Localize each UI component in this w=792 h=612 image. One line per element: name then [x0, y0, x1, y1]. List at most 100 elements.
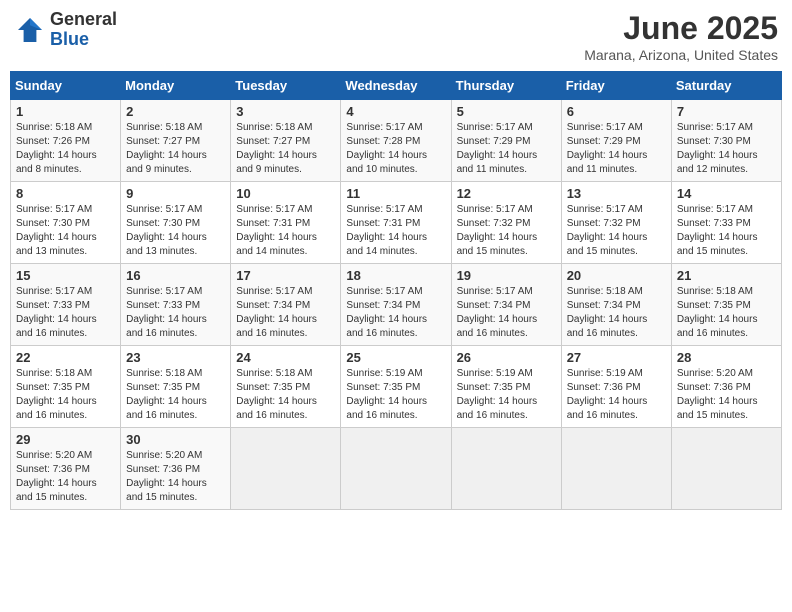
day-number: 7: [677, 104, 776, 119]
header-tuesday: Tuesday: [231, 72, 341, 100]
day-info: Sunrise: 5:18 AM Sunset: 7:35 PM Dayligh…: [126, 367, 225, 423]
day-info: Sunrise: 5:19 AM Sunset: 7:35 PM Dayligh…: [346, 367, 445, 423]
logo-text: General Blue: [50, 10, 117, 50]
page-header: General Blue June 2025 Marana, Arizona, …: [10, 10, 782, 63]
day-number: 13: [567, 186, 666, 201]
day-cell-5: 5 Sunrise: 5:17 AM Sunset: 7:29 PM Dayli…: [451, 100, 561, 182]
day-info: Sunrise: 5:17 AM Sunset: 7:34 PM Dayligh…: [236, 285, 335, 341]
day-info: Sunrise: 5:20 AM Sunset: 7:36 PM Dayligh…: [677, 367, 776, 423]
day-info: Sunrise: 5:19 AM Sunset: 7:35 PM Dayligh…: [457, 367, 556, 423]
header-monday: Monday: [121, 72, 231, 100]
title-area: June 2025 Marana, Arizona, United States: [584, 10, 778, 63]
empty-cell: [341, 428, 451, 510]
day-cell-27: 27 Sunrise: 5:19 AM Sunset: 7:36 PM Dayl…: [561, 346, 671, 428]
day-info: Sunrise: 5:17 AM Sunset: 7:30 PM Dayligh…: [677, 121, 776, 177]
day-cell-7: 7 Sunrise: 5:17 AM Sunset: 7:30 PM Dayli…: [671, 100, 781, 182]
day-info: Sunrise: 5:18 AM Sunset: 7:35 PM Dayligh…: [236, 367, 335, 423]
day-number: 4: [346, 104, 445, 119]
calendar-table: Sunday Monday Tuesday Wednesday Thursday…: [10, 71, 782, 510]
month-title: June 2025: [584, 10, 778, 47]
day-number: 15: [16, 268, 115, 283]
day-cell-12: 12 Sunrise: 5:17 AM Sunset: 7:32 PM Dayl…: [451, 182, 561, 264]
day-number: 12: [457, 186, 556, 201]
weekday-header-row: Sunday Monday Tuesday Wednesday Thursday…: [11, 72, 782, 100]
day-cell-6: 6 Sunrise: 5:17 AM Sunset: 7:29 PM Dayli…: [561, 100, 671, 182]
day-number: 22: [16, 350, 115, 365]
day-cell-25: 25 Sunrise: 5:19 AM Sunset: 7:35 PM Dayl…: [341, 346, 451, 428]
day-number: 27: [567, 350, 666, 365]
day-cell-13: 13 Sunrise: 5:17 AM Sunset: 7:32 PM Dayl…: [561, 182, 671, 264]
week-row-2: 8 Sunrise: 5:17 AM Sunset: 7:30 PM Dayli…: [11, 182, 782, 264]
day-info: Sunrise: 5:17 AM Sunset: 7:34 PM Dayligh…: [457, 285, 556, 341]
day-cell-16: 16 Sunrise: 5:17 AM Sunset: 7:33 PM Dayl…: [121, 264, 231, 346]
day-cell-4: 4 Sunrise: 5:17 AM Sunset: 7:28 PM Dayli…: [341, 100, 451, 182]
day-cell-11: 11 Sunrise: 5:17 AM Sunset: 7:31 PM Dayl…: [341, 182, 451, 264]
day-info: Sunrise: 5:17 AM Sunset: 7:31 PM Dayligh…: [346, 203, 445, 259]
day-cell-10: 10 Sunrise: 5:17 AM Sunset: 7:31 PM Dayl…: [231, 182, 341, 264]
day-number: 8: [16, 186, 115, 201]
day-number: 19: [457, 268, 556, 283]
day-info: Sunrise: 5:17 AM Sunset: 7:29 PM Dayligh…: [567, 121, 666, 177]
logo: General Blue: [14, 10, 117, 50]
day-number: 9: [126, 186, 225, 201]
logo-general-text: General: [50, 10, 117, 30]
day-number: 6: [567, 104, 666, 119]
empty-cell: [451, 428, 561, 510]
day-number: 30: [126, 432, 225, 447]
header-saturday: Saturday: [671, 72, 781, 100]
day-number: 5: [457, 104, 556, 119]
day-number: 11: [346, 186, 445, 201]
day-info: Sunrise: 5:17 AM Sunset: 7:31 PM Dayligh…: [236, 203, 335, 259]
day-cell-18: 18 Sunrise: 5:17 AM Sunset: 7:34 PM Dayl…: [341, 264, 451, 346]
day-cell-8: 8 Sunrise: 5:17 AM Sunset: 7:30 PM Dayli…: [11, 182, 121, 264]
day-cell-28: 28 Sunrise: 5:20 AM Sunset: 7:36 PM Dayl…: [671, 346, 781, 428]
week-row-5: 29 Sunrise: 5:20 AM Sunset: 7:36 PM Dayl…: [11, 428, 782, 510]
day-info: Sunrise: 5:18 AM Sunset: 7:35 PM Dayligh…: [16, 367, 115, 423]
day-cell-22: 22 Sunrise: 5:18 AM Sunset: 7:35 PM Dayl…: [11, 346, 121, 428]
day-info: Sunrise: 5:17 AM Sunset: 7:29 PM Dayligh…: [457, 121, 556, 177]
day-number: 23: [126, 350, 225, 365]
location-text: Marana, Arizona, United States: [584, 47, 778, 63]
day-info: Sunrise: 5:17 AM Sunset: 7:32 PM Dayligh…: [567, 203, 666, 259]
day-cell-21: 21 Sunrise: 5:18 AM Sunset: 7:35 PM Dayl…: [671, 264, 781, 346]
day-number: 24: [236, 350, 335, 365]
day-number: 1: [16, 104, 115, 119]
day-info: Sunrise: 5:18 AM Sunset: 7:26 PM Dayligh…: [16, 121, 115, 177]
day-cell-20: 20 Sunrise: 5:18 AM Sunset: 7:34 PM Dayl…: [561, 264, 671, 346]
day-number: 18: [346, 268, 445, 283]
day-info: Sunrise: 5:17 AM Sunset: 7:32 PM Dayligh…: [457, 203, 556, 259]
header-thursday: Thursday: [451, 72, 561, 100]
day-info: Sunrise: 5:18 AM Sunset: 7:27 PM Dayligh…: [236, 121, 335, 177]
header-sunday: Sunday: [11, 72, 121, 100]
day-number: 10: [236, 186, 335, 201]
day-cell-14: 14 Sunrise: 5:17 AM Sunset: 7:33 PM Dayl…: [671, 182, 781, 264]
day-info: Sunrise: 5:17 AM Sunset: 7:33 PM Dayligh…: [126, 285, 225, 341]
day-cell-29: 29 Sunrise: 5:20 AM Sunset: 7:36 PM Dayl…: [11, 428, 121, 510]
day-cell-2: 2 Sunrise: 5:18 AM Sunset: 7:27 PM Dayli…: [121, 100, 231, 182]
day-number: 21: [677, 268, 776, 283]
day-info: Sunrise: 5:17 AM Sunset: 7:30 PM Dayligh…: [126, 203, 225, 259]
day-info: Sunrise: 5:17 AM Sunset: 7:33 PM Dayligh…: [677, 203, 776, 259]
day-cell-23: 23 Sunrise: 5:18 AM Sunset: 7:35 PM Dayl…: [121, 346, 231, 428]
day-info: Sunrise: 5:17 AM Sunset: 7:33 PM Dayligh…: [16, 285, 115, 341]
day-number: 20: [567, 268, 666, 283]
day-cell-26: 26 Sunrise: 5:19 AM Sunset: 7:35 PM Dayl…: [451, 346, 561, 428]
day-cell-24: 24 Sunrise: 5:18 AM Sunset: 7:35 PM Dayl…: [231, 346, 341, 428]
empty-cell: [561, 428, 671, 510]
day-number: 29: [16, 432, 115, 447]
day-cell-15: 15 Sunrise: 5:17 AM Sunset: 7:33 PM Dayl…: [11, 264, 121, 346]
day-cell-17: 17 Sunrise: 5:17 AM Sunset: 7:34 PM Dayl…: [231, 264, 341, 346]
day-cell-3: 3 Sunrise: 5:18 AM Sunset: 7:27 PM Dayli…: [231, 100, 341, 182]
day-number: 25: [346, 350, 445, 365]
day-info: Sunrise: 5:20 AM Sunset: 7:36 PM Dayligh…: [126, 449, 225, 505]
day-number: 14: [677, 186, 776, 201]
empty-cell: [671, 428, 781, 510]
logo-blue-text: Blue: [50, 30, 117, 50]
day-number: 28: [677, 350, 776, 365]
empty-cell: [231, 428, 341, 510]
logo-icon: [14, 14, 46, 46]
day-cell-9: 9 Sunrise: 5:17 AM Sunset: 7:30 PM Dayli…: [121, 182, 231, 264]
day-info: Sunrise: 5:18 AM Sunset: 7:27 PM Dayligh…: [126, 121, 225, 177]
day-cell-1: 1 Sunrise: 5:18 AM Sunset: 7:26 PM Dayli…: [11, 100, 121, 182]
day-number: 16: [126, 268, 225, 283]
